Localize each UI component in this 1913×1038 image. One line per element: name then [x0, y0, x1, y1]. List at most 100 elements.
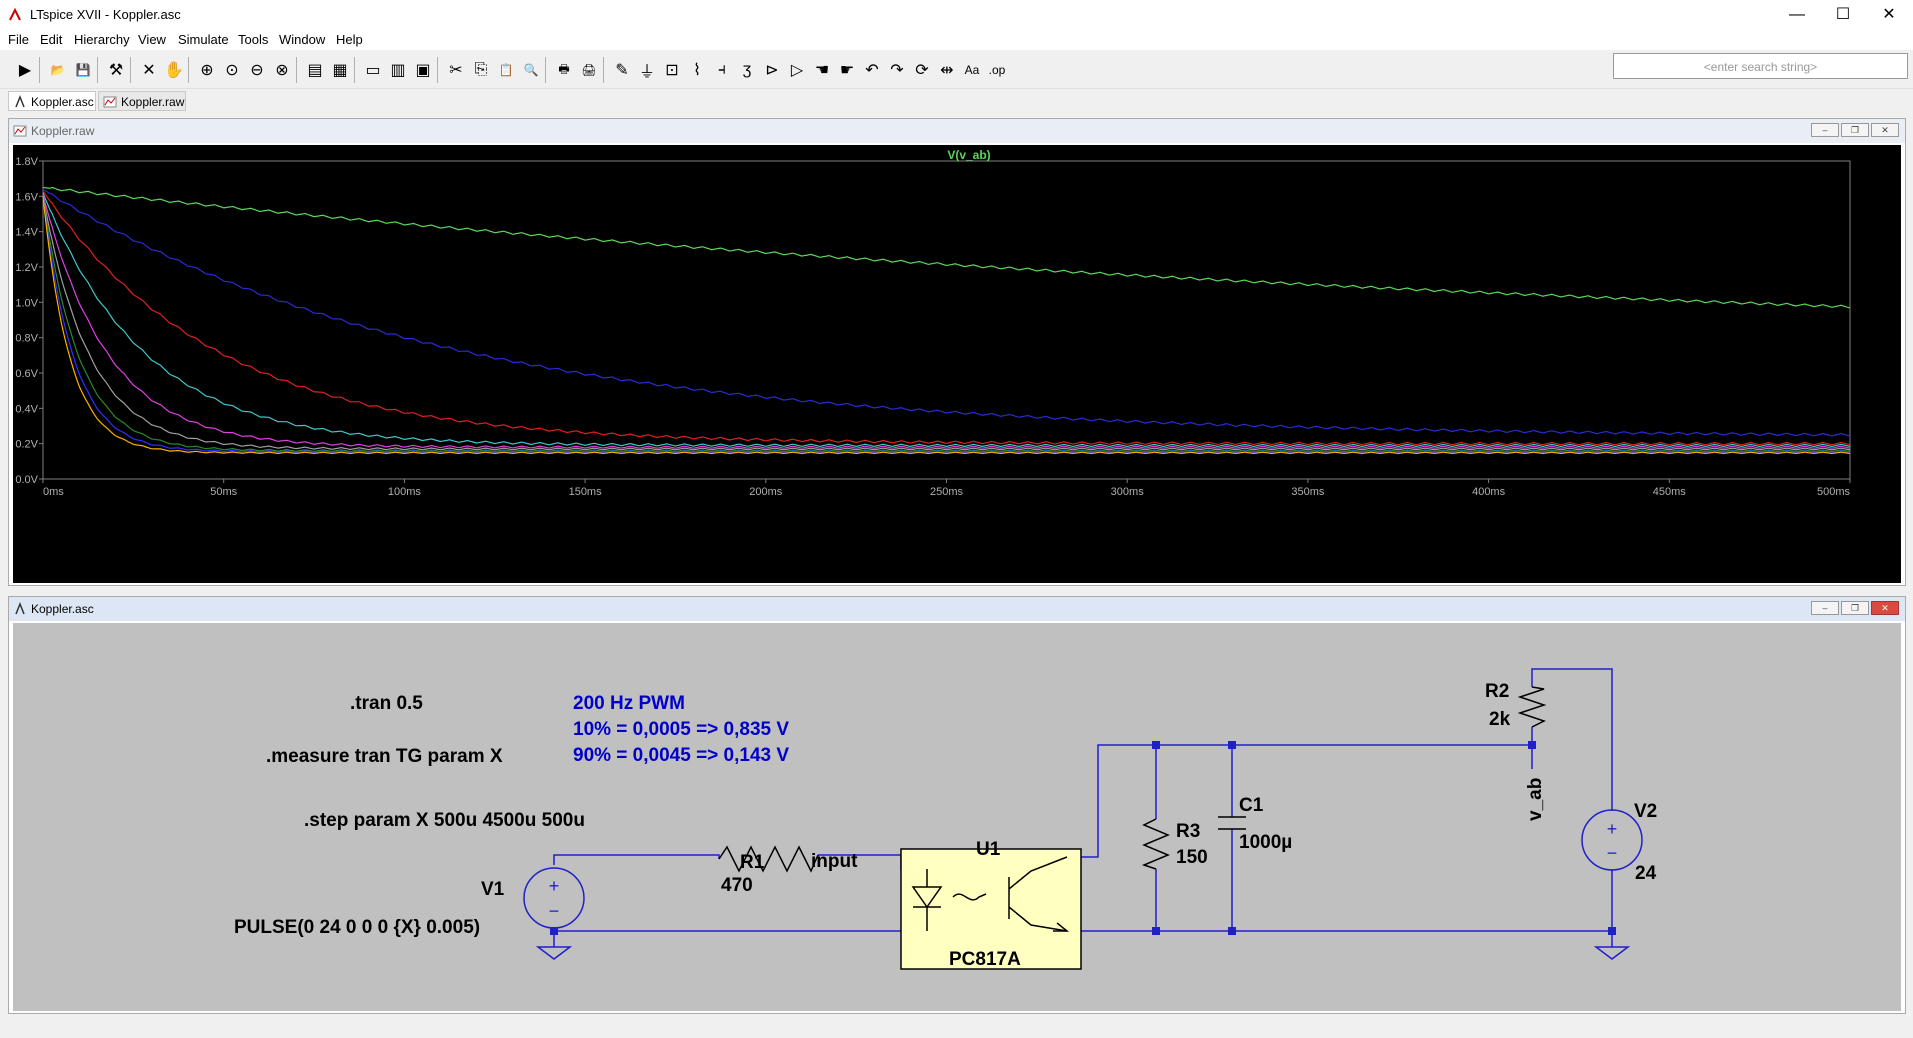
rotate-icon[interactable]: ⟳ — [909, 57, 935, 83]
minimize-icon[interactable]: – — [1811, 601, 1839, 615]
zoom-out-icon[interactable]: ⊖ — [244, 57, 270, 83]
restore-icon[interactable]: ❐ — [1841, 601, 1869, 615]
v2-name[interactable]: V2 — [1634, 801, 1657, 822]
resistor-icon[interactable]: ⌇ — [684, 57, 710, 83]
r1-name[interactable]: R1 — [740, 852, 765, 873]
print-setup-icon[interactable]: 🖨 — [576, 57, 602, 83]
net-label-input[interactable]: input — [811, 851, 858, 872]
r3-symbol[interactable] — [1141, 818, 1170, 870]
tab-koppler-asc[interactable]: Koppler.asc — [8, 91, 96, 111]
close-icon[interactable]: ✕ — [1871, 601, 1899, 615]
search-input[interactable]: <enter search string> — [1613, 53, 1908, 79]
ground-icon[interactable]: ⏚ — [634, 57, 660, 83]
cascade-icon[interactable]: ▣ — [410, 57, 436, 83]
paste-icon[interactable]: 📋 — [493, 57, 519, 83]
trace-line[interactable] — [42, 196, 1851, 455]
diode-icon[interactable]: ⊳ — [759, 57, 785, 83]
v2-value[interactable]: 24 — [1635, 863, 1657, 884]
capacitor-icon[interactable]: ⫞ — [709, 57, 735, 83]
waveform-window[interactable]: Koppler.raw – ❐ ✕ 0.0V 0.2V 0.4V 0.6V 0.8V 1.… — [8, 118, 1906, 586]
r2-symbol[interactable] — [1517, 686, 1547, 728]
v2-symbol[interactable]: + − — [1581, 809, 1643, 871]
r1-value[interactable]: 470 — [721, 875, 753, 896]
label-net-icon[interactable]: ⊡ — [659, 57, 685, 83]
print-icon[interactable]: 🖶 — [551, 57, 577, 83]
zoom-fit-icon[interactable]: ⊙ — [219, 57, 245, 83]
menu-tools[interactable]: Tools — [238, 32, 268, 47]
find-icon[interactable]: 🔍 — [518, 57, 544, 83]
cut-icon[interactable]: ✂ — [443, 57, 469, 83]
drag-icon[interactable]: ☛ — [834, 57, 860, 83]
r3-name[interactable]: R3 — [1176, 821, 1200, 842]
halt-icon[interactable]: ✕ — [136, 57, 162, 83]
r1-symbol[interactable] — [718, 845, 819, 873]
close-icon[interactable]: ✕ — [1866, 0, 1912, 30]
trace-line[interactable] — [42, 196, 1851, 451]
save-icon[interactable]: 💾 — [70, 57, 96, 83]
waveform-window-titlebar[interactable]: Koppler.raw – ❐ ✕ — [9, 119, 1905, 143]
r3-value[interactable]: 150 — [1176, 847, 1208, 868]
r2-value[interactable]: 2k — [1489, 709, 1511, 730]
menu-file[interactable]: File — [8, 32, 29, 47]
text-icon[interactable]: Aa — [959, 57, 985, 83]
step-directive[interactable]: .step param X 500u 4500u 500u — [304, 810, 585, 831]
v1-symbol[interactable]: + − — [523, 867, 585, 929]
trace-line[interactable] — [42, 190, 1851, 446]
tab-koppler-raw[interactable]: Koppler.raw — [98, 91, 186, 111]
trace-line[interactable] — [42, 188, 1851, 437]
move-icon[interactable]: ☚ — [809, 57, 835, 83]
trace-label-v-ab[interactable]: V(v_ab) — [947, 148, 990, 162]
mirror-icon[interactable]: ⇹ — [934, 57, 960, 83]
tile-horizontal-icon[interactable]: ▭ — [360, 57, 386, 83]
v1-value[interactable]: PULSE(0 24 0 0 0 {X} 0.005) — [234, 917, 480, 938]
u1-name[interactable]: U1 — [976, 839, 1001, 860]
trace-line[interactable] — [42, 192, 1851, 448]
control-panel-icon[interactable]: ⚒ — [103, 57, 129, 83]
autorange-icon[interactable]: ▤ — [302, 57, 328, 83]
zoom-in-icon[interactable]: ⊕ — [194, 57, 220, 83]
menu-view[interactable]: View — [138, 32, 166, 47]
pan-icon[interactable]: ✋ — [161, 57, 187, 83]
maximize-icon[interactable]: ☐ — [1820, 0, 1866, 30]
copy-icon[interactable]: ⎘ — [468, 57, 494, 83]
wire-icon[interactable]: ✎ — [609, 57, 635, 83]
measure-directive[interactable]: .measure tran TG param X — [266, 746, 503, 767]
comment-line-2[interactable]: 10% = 0,0005 => 0,835 V — [573, 719, 789, 740]
menu-simulate[interactable]: Simulate — [178, 32, 229, 47]
tile-vertical-icon[interactable]: ▥ — [385, 57, 411, 83]
menu-edit[interactable]: Edit — [40, 32, 62, 47]
menu-help[interactable]: Help — [336, 32, 363, 47]
net-label-v-ab[interactable]: v_ab — [1525, 778, 1546, 821]
mark-icon[interactable]: ▦ — [327, 57, 353, 83]
open-icon[interactable]: 📂 — [45, 57, 71, 83]
trace-line[interactable] — [42, 196, 1851, 453]
restore-icon[interactable]: ❐ — [1841, 123, 1869, 137]
undo-icon[interactable]: ↶ — [859, 57, 885, 83]
schematic-canvas[interactable]: + − + − .tran 0.5 .measure tran TG param… — [13, 623, 1901, 1011]
u1-value[interactable]: PC817A — [949, 949, 1021, 970]
minimize-icon[interactable]: — — [1774, 0, 1820, 30]
tran-directive[interactable]: .tran 0.5 — [350, 693, 423, 714]
c1-value[interactable]: 1000µ — [1239, 832, 1292, 853]
trace-line[interactable] — [42, 194, 1851, 449]
component-icon[interactable]: ▷ — [784, 57, 810, 83]
schematic-window[interactable]: Koppler.asc – ❐ ✕ + − + − .tran 0.5 .mea… — [8, 596, 1906, 1014]
inductor-icon[interactable]: ʒ — [734, 57, 760, 83]
v1-name[interactable]: V1 — [481, 879, 505, 900]
trace-line[interactable] — [42, 186, 1851, 309]
comment-line-1[interactable]: 200 Hz PWM — [573, 693, 685, 714]
menu-window[interactable]: Window — [279, 32, 325, 47]
zoom-cancel-icon[interactable]: ⊗ — [269, 57, 295, 83]
comment-line-3[interactable]: 90% = 0,0045 => 0,143 V — [573, 745, 789, 766]
run-icon[interactable]: ▶ — [12, 57, 38, 83]
minimize-icon[interactable]: – — [1811, 123, 1839, 137]
c1-name[interactable]: C1 — [1239, 795, 1264, 816]
close-icon[interactable]: ✕ — [1871, 123, 1899, 137]
redo-icon[interactable]: ↷ — [884, 57, 910, 83]
c1-symbol[interactable] — [1218, 816, 1246, 830]
menu-hierarchy[interactable]: Hierarchy — [74, 32, 130, 47]
r2-name[interactable]: R2 — [1485, 681, 1509, 702]
schematic-window-titlebar[interactable]: Koppler.asc – ❐ ✕ — [9, 597, 1905, 621]
waveform-plot[interactable]: 0.0V 0.2V 0.4V 0.6V 0.8V 1.0V 1.2V 1.4V 1.6V 1.8V… — [13, 145, 1901, 583]
spice-directive-icon[interactable]: .op — [984, 57, 1010, 83]
